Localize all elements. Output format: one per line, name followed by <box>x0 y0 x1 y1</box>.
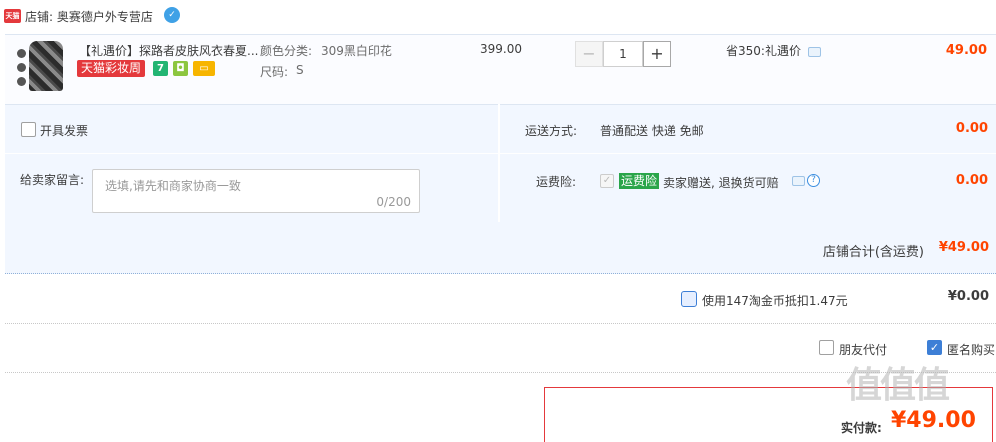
product-title-link[interactable]: 【礼遇价】探路者皮肤风衣春夏... <box>79 42 259 59</box>
comment-icon[interactable] <box>808 47 821 57</box>
insurance-description: 卖家赠送, 退换货可赔 <box>663 176 779 190</box>
taojinbi-value: ¥0.00 <box>947 289 989 304</box>
taojinbi-checkbox[interactable] <box>681 291 697 307</box>
product-thumbnail[interactable] <box>15 41 71 91</box>
tmall-logo-icon: 天猫 <box>4 9 21 23</box>
shipping-amount: 0.00 <box>955 121 988 136</box>
color-swatch <box>17 63 26 72</box>
promo-badge: 天猫彩妆周 <box>77 60 146 77</box>
shop-total-bar: 店铺合计(含运费) ¥49.00 <box>5 222 996 274</box>
color-swatch <box>17 77 26 86</box>
unit-price: 399.00 <box>480 42 522 56</box>
insurance-checkbox: ✓ <box>600 174 614 188</box>
item-total-price: 49.00 <box>945 43 987 58</box>
order-options-right: 运送方式: 普通配送 快递 免邮 0.00 运费险: ✓ 运费险 卖家赠送, 退… <box>500 104 996 222</box>
shop-header: 天猫 店铺: 奥赛德户外专营店 ✓ <box>0 0 996 34</box>
seller-message-textarea[interactable]: 选填,请先和商家协商一致 0/200 <box>92 169 420 213</box>
insurance-amount: 0.00 <box>955 173 988 188</box>
jacket-image <box>29 41 63 91</box>
taojinbi-label: 使用147淘金币抵扣1.47元 <box>702 294 848 308</box>
sku-size-label: 尺码: <box>260 65 289 79</box>
shop-total-value: ¥49.00 <box>938 240 989 255</box>
shop-total-label: 店铺合计(含运费) <box>822 245 924 260</box>
invoice-label: 开具发票 <box>40 124 89 138</box>
anonymous-purchase-label: 匿名购买 <box>947 343 996 357</box>
message-placeholder: 选填,请先和商家协商一致 <box>105 179 241 193</box>
insurance-badge: 运费险 <box>619 173 660 189</box>
pay-label: 实付款: <box>841 421 882 435</box>
insurance-label: 运费险: <box>536 175 577 189</box>
quantity-decrease-button[interactable]: − <box>575 41 603 67</box>
order-options-left: 开具发票 给卖家留言: 选填,请先和商家协商一致 0/200 <box>5 104 498 222</box>
message-char-count: 0/200 <box>376 195 411 209</box>
pay-amount: ¥49.00 <box>891 408 976 433</box>
sku-color-value: 309黑白印花 <box>321 44 392 58</box>
sku-size-value: S <box>296 63 304 77</box>
seven-day-return-icon: 7 <box>153 61 168 76</box>
help-icon[interactable]: ? <box>807 174 820 187</box>
order-item-row: 【礼遇价】探路者皮肤风衣春夏... 天猫彩妆周 7 ◘ ▭ 颜色分类: 309黑… <box>5 34 996 104</box>
comment-icon[interactable] <box>792 176 805 186</box>
credit-card-icon: ▭ <box>193 61 215 76</box>
anonymous-purchase-checkbox[interactable]: ✓ <box>927 340 942 355</box>
site-watermark: 值值值 <box>846 365 950 406</box>
taojinbi-row: 使用147淘金币抵扣1.47元 ¥0.00 <box>5 275 996 324</box>
invoice-checkbox[interactable] <box>21 122 36 137</box>
quantity-increase-button[interactable]: + <box>643 41 671 67</box>
saving-text: 省350:礼遇价 <box>726 44 801 58</box>
friend-pay-checkbox[interactable] <box>819 340 834 355</box>
shop-name-link[interactable]: 店铺: 奥赛德户外专营店 <box>25 8 153 25</box>
quantity-input[interactable] <box>603 41 643 67</box>
divider <box>5 153 498 154</box>
shipping-method: 普通配送 快递 免邮 <box>600 124 704 138</box>
guarantee-icon: ◘ <box>173 61 188 76</box>
shipping-label: 运送方式: <box>525 124 578 138</box>
sku-color-label: 颜色分类: <box>260 44 313 58</box>
wangwang-chat-icon[interactable]: ✓ <box>164 7 180 23</box>
color-swatch <box>17 49 26 58</box>
message-label: 给卖家留言: <box>20 173 85 187</box>
divider <box>500 153 996 154</box>
